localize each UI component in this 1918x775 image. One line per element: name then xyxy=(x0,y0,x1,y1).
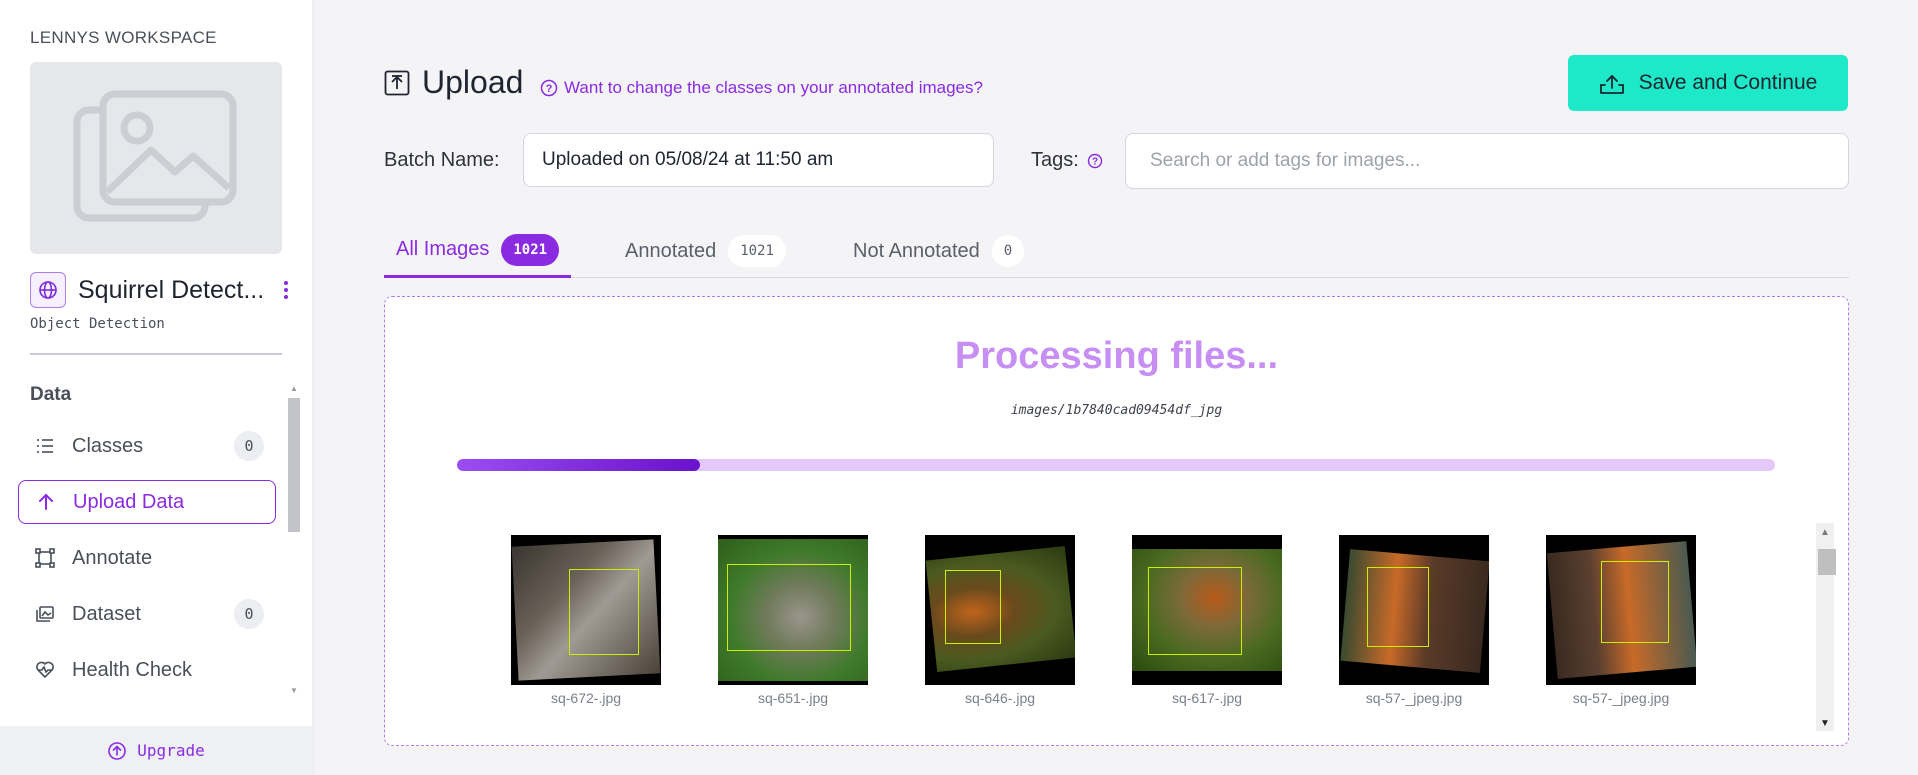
globe-icon xyxy=(30,272,66,308)
thumbnail-caption: sq-617-.jpg xyxy=(1171,690,1243,706)
tab-count-badge: 1021 xyxy=(501,233,560,266)
current-file-path: images/1b7840cad09454df_jpg xyxy=(1010,403,1223,418)
sidebar-scrollbar[interactable] xyxy=(288,398,300,532)
project-thumbnail[interactable] xyxy=(30,62,282,254)
workspace-title: LENNYS WORKSPACE xyxy=(30,28,217,47)
nav-section-data: Data xyxy=(30,384,72,405)
tags-search-input[interactable] xyxy=(1125,133,1849,189)
tab-annotated[interactable]: Annotated 1021 xyxy=(625,224,786,278)
sidebar-item-label: Classes xyxy=(72,434,144,457)
thumbnail-image xyxy=(1546,535,1696,685)
heart-pulse-icon xyxy=(34,659,56,681)
thumbnail-caption: sq-672-.jpg xyxy=(550,690,622,706)
tab-count-badge: 0 xyxy=(991,235,1025,267)
sidebar-item-upload-data[interactable]: Upload Data xyxy=(18,480,276,524)
thumbnail-image xyxy=(1132,535,1282,685)
change-classes-link[interactable]: ? Want to change the classes on your ann… xyxy=(540,78,983,98)
progress-fill xyxy=(457,459,700,471)
upload-icon xyxy=(108,741,127,760)
upload-icon xyxy=(384,70,410,95)
page-header: Upload xyxy=(384,64,523,101)
thumbnail-caption: sq-57-_jpeg.jpg xyxy=(1365,690,1463,706)
upload-dropzone[interactable]: Processing files... images/1b7840cad0945… xyxy=(384,296,1849,746)
list-icon xyxy=(34,435,56,457)
image-filter-tabs: All Images 1021 Annotated 1021 Not Annot… xyxy=(384,224,1849,278)
sidebar-item-annotate[interactable]: Annotate xyxy=(18,536,276,580)
sidebar: LENNYS WORKSPACE Squirrel Detect... Obje… xyxy=(0,0,312,775)
scrollbar-thumb[interactable] xyxy=(1818,549,1836,575)
count-badge: 0 xyxy=(234,599,264,629)
sidebar-item-label: Annotate xyxy=(72,546,153,569)
thumbnail-image xyxy=(925,535,1075,685)
thumbnail-image xyxy=(1339,535,1489,685)
processing-title: Processing files... xyxy=(954,335,1279,377)
scroll-up-arrow[interactable]: ▲ xyxy=(290,384,298,393)
tab-all-images[interactable]: All Images 1021 xyxy=(384,224,572,278)
sidebar-item-label: Upload Data xyxy=(73,490,185,513)
tab-count-badge: 1021 xyxy=(728,235,786,267)
scroll-down-arrow[interactable]: ▼ xyxy=(290,686,298,695)
thumbnail-caption: sq-646-.jpg xyxy=(964,690,1036,706)
tab-label: Annotated xyxy=(625,239,717,262)
annotate-icon xyxy=(34,547,56,569)
project-name: Squirrel Detect... xyxy=(78,275,265,304)
upgrade-button[interactable]: Upgrade xyxy=(0,726,312,775)
cloud-upload-icon xyxy=(1599,75,1624,94)
thumbnail-caption: sq-57-_jpeg.jpg xyxy=(1572,690,1670,706)
thumbnail-item[interactable]: sq-57-_jpeg.jpg xyxy=(1546,535,1696,706)
tags-label-text: Tags: xyxy=(1031,149,1079,171)
thumbnail-item[interactable]: sq-651-.jpg xyxy=(718,535,868,706)
tab-not-annotated[interactable]: Not Annotated 0 xyxy=(853,224,1025,278)
divider xyxy=(30,353,282,355)
tags-label: Tags: ? xyxy=(1031,149,1103,172)
help-circle-icon: ? xyxy=(540,79,558,97)
sidebar-item-dataset[interactable]: Dataset 0 xyxy=(18,592,276,636)
thumbnail-item[interactable]: sq-672-.jpg xyxy=(511,535,661,706)
thumbnail-grid: sq-672-.jpg sq-651-.jpg sq-646-.jpg sq-6… xyxy=(385,535,1805,735)
thumbnail-item[interactable]: sq-617-.jpg xyxy=(1132,535,1282,706)
tab-label: All Images xyxy=(396,238,490,260)
scroll-up-arrow[interactable]: ▲ xyxy=(1820,527,1830,538)
thumbnail-scrollbar[interactable]: ▲ ▼ xyxy=(1816,523,1836,731)
sidebar-item-label: Health Check xyxy=(72,658,193,681)
batch-name-label: Batch Name: xyxy=(384,149,500,171)
thumbnail-image xyxy=(718,535,868,685)
project-header: Squirrel Detect... xyxy=(30,272,296,308)
progress-bar xyxy=(457,459,1775,471)
sidebar-item-classes[interactable]: Classes 0 xyxy=(18,424,276,468)
scroll-down-arrow[interactable]: ▼ xyxy=(1820,718,1830,729)
save-button-label: Save and Continue xyxy=(1638,71,1818,94)
help-circle-icon[interactable]: ? xyxy=(1087,153,1103,169)
upgrade-label: Upgrade xyxy=(137,741,205,760)
batch-name-input[interactable] xyxy=(523,133,994,187)
page-title: Upload xyxy=(422,64,524,100)
thumbnail-item[interactable]: sq-646-.jpg xyxy=(925,535,1075,706)
tab-label: Not Annotated xyxy=(853,239,980,262)
project-type: Object Detection xyxy=(30,316,165,332)
help-link-text: Want to change the classes on your annot… xyxy=(564,78,983,97)
dataset-icon xyxy=(34,603,56,625)
kebab-icon[interactable] xyxy=(276,278,296,302)
thumbnail-item[interactable]: sq-57-_jpeg.jpg xyxy=(1339,535,1489,706)
svg-text:?: ? xyxy=(1092,156,1098,167)
save-and-continue-button[interactable]: Save and Continue xyxy=(1568,55,1848,111)
svg-text:?: ? xyxy=(546,83,553,95)
sidebar-item-label: Dataset xyxy=(72,602,141,625)
count-badge: 0 xyxy=(234,431,264,461)
thumbnail-image xyxy=(511,535,661,685)
sidebar-item-health-check[interactable]: Health Check xyxy=(18,648,276,692)
arrow-up-icon xyxy=(35,491,57,513)
thumbnail-caption: sq-651-.jpg xyxy=(757,690,829,706)
image-placeholder-icon xyxy=(73,90,237,222)
